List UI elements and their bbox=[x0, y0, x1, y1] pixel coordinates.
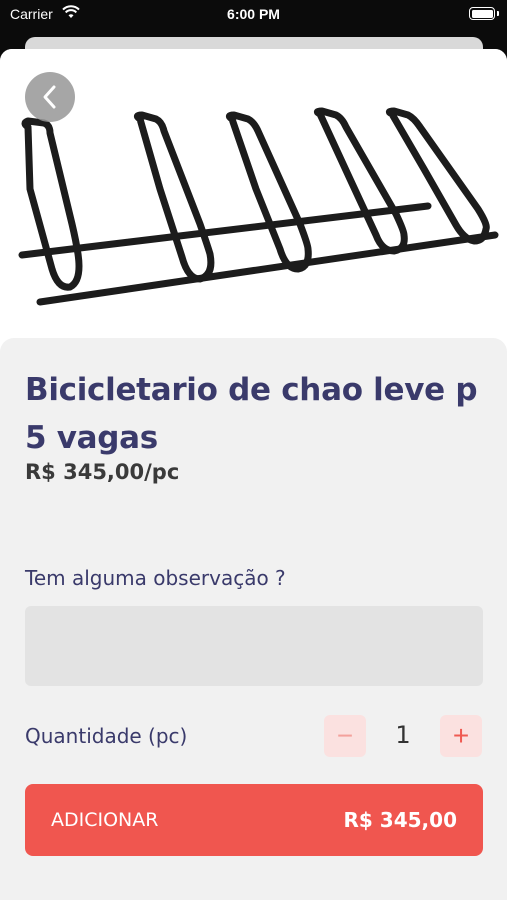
product-price: R$ 345,00/pc bbox=[25, 460, 180, 484]
chevron-left-icon bbox=[43, 85, 56, 109]
status-bar: Carrier 6:00 PM bbox=[0, 0, 507, 30]
bike-rack-image bbox=[18, 107, 499, 306]
minus-icon: − bbox=[336, 720, 354, 751]
product-sheet: Bicicletario de chao leve p 5 vagas R$ 3… bbox=[0, 49, 507, 900]
observation-input[interactable] bbox=[25, 606, 483, 686]
observation-label: Tem alguma observação ? bbox=[25, 566, 286, 590]
decrease-quantity-button[interactable]: − bbox=[324, 715, 366, 757]
status-time: 6:00 PM bbox=[227, 6, 280, 22]
quantity-label: Quantidade (pc) bbox=[25, 724, 188, 748]
battery-icon bbox=[469, 7, 495, 20]
increase-quantity-button[interactable]: + bbox=[440, 715, 482, 757]
add-button-total: R$ 345,00 bbox=[343, 808, 457, 832]
add-to-cart-button[interactable]: ADICIONAR R$ 345,00 bbox=[25, 784, 483, 856]
screen: Carrier 6:00 PM Bicicletario de chao lev… bbox=[0, 0, 507, 900]
product-image bbox=[0, 49, 507, 349]
product-details-card: Bicicletario de chao leve p 5 vagas R$ 3… bbox=[0, 338, 507, 900]
battery-cap bbox=[497, 11, 499, 16]
quantity-value: 1 bbox=[395, 721, 411, 749]
plus-icon: + bbox=[452, 720, 470, 751]
product-title: Bicicletario de chao leve p 5 vagas bbox=[25, 372, 478, 456]
back-button[interactable] bbox=[25, 72, 75, 122]
add-button-label: ADICIONAR bbox=[51, 809, 159, 831]
